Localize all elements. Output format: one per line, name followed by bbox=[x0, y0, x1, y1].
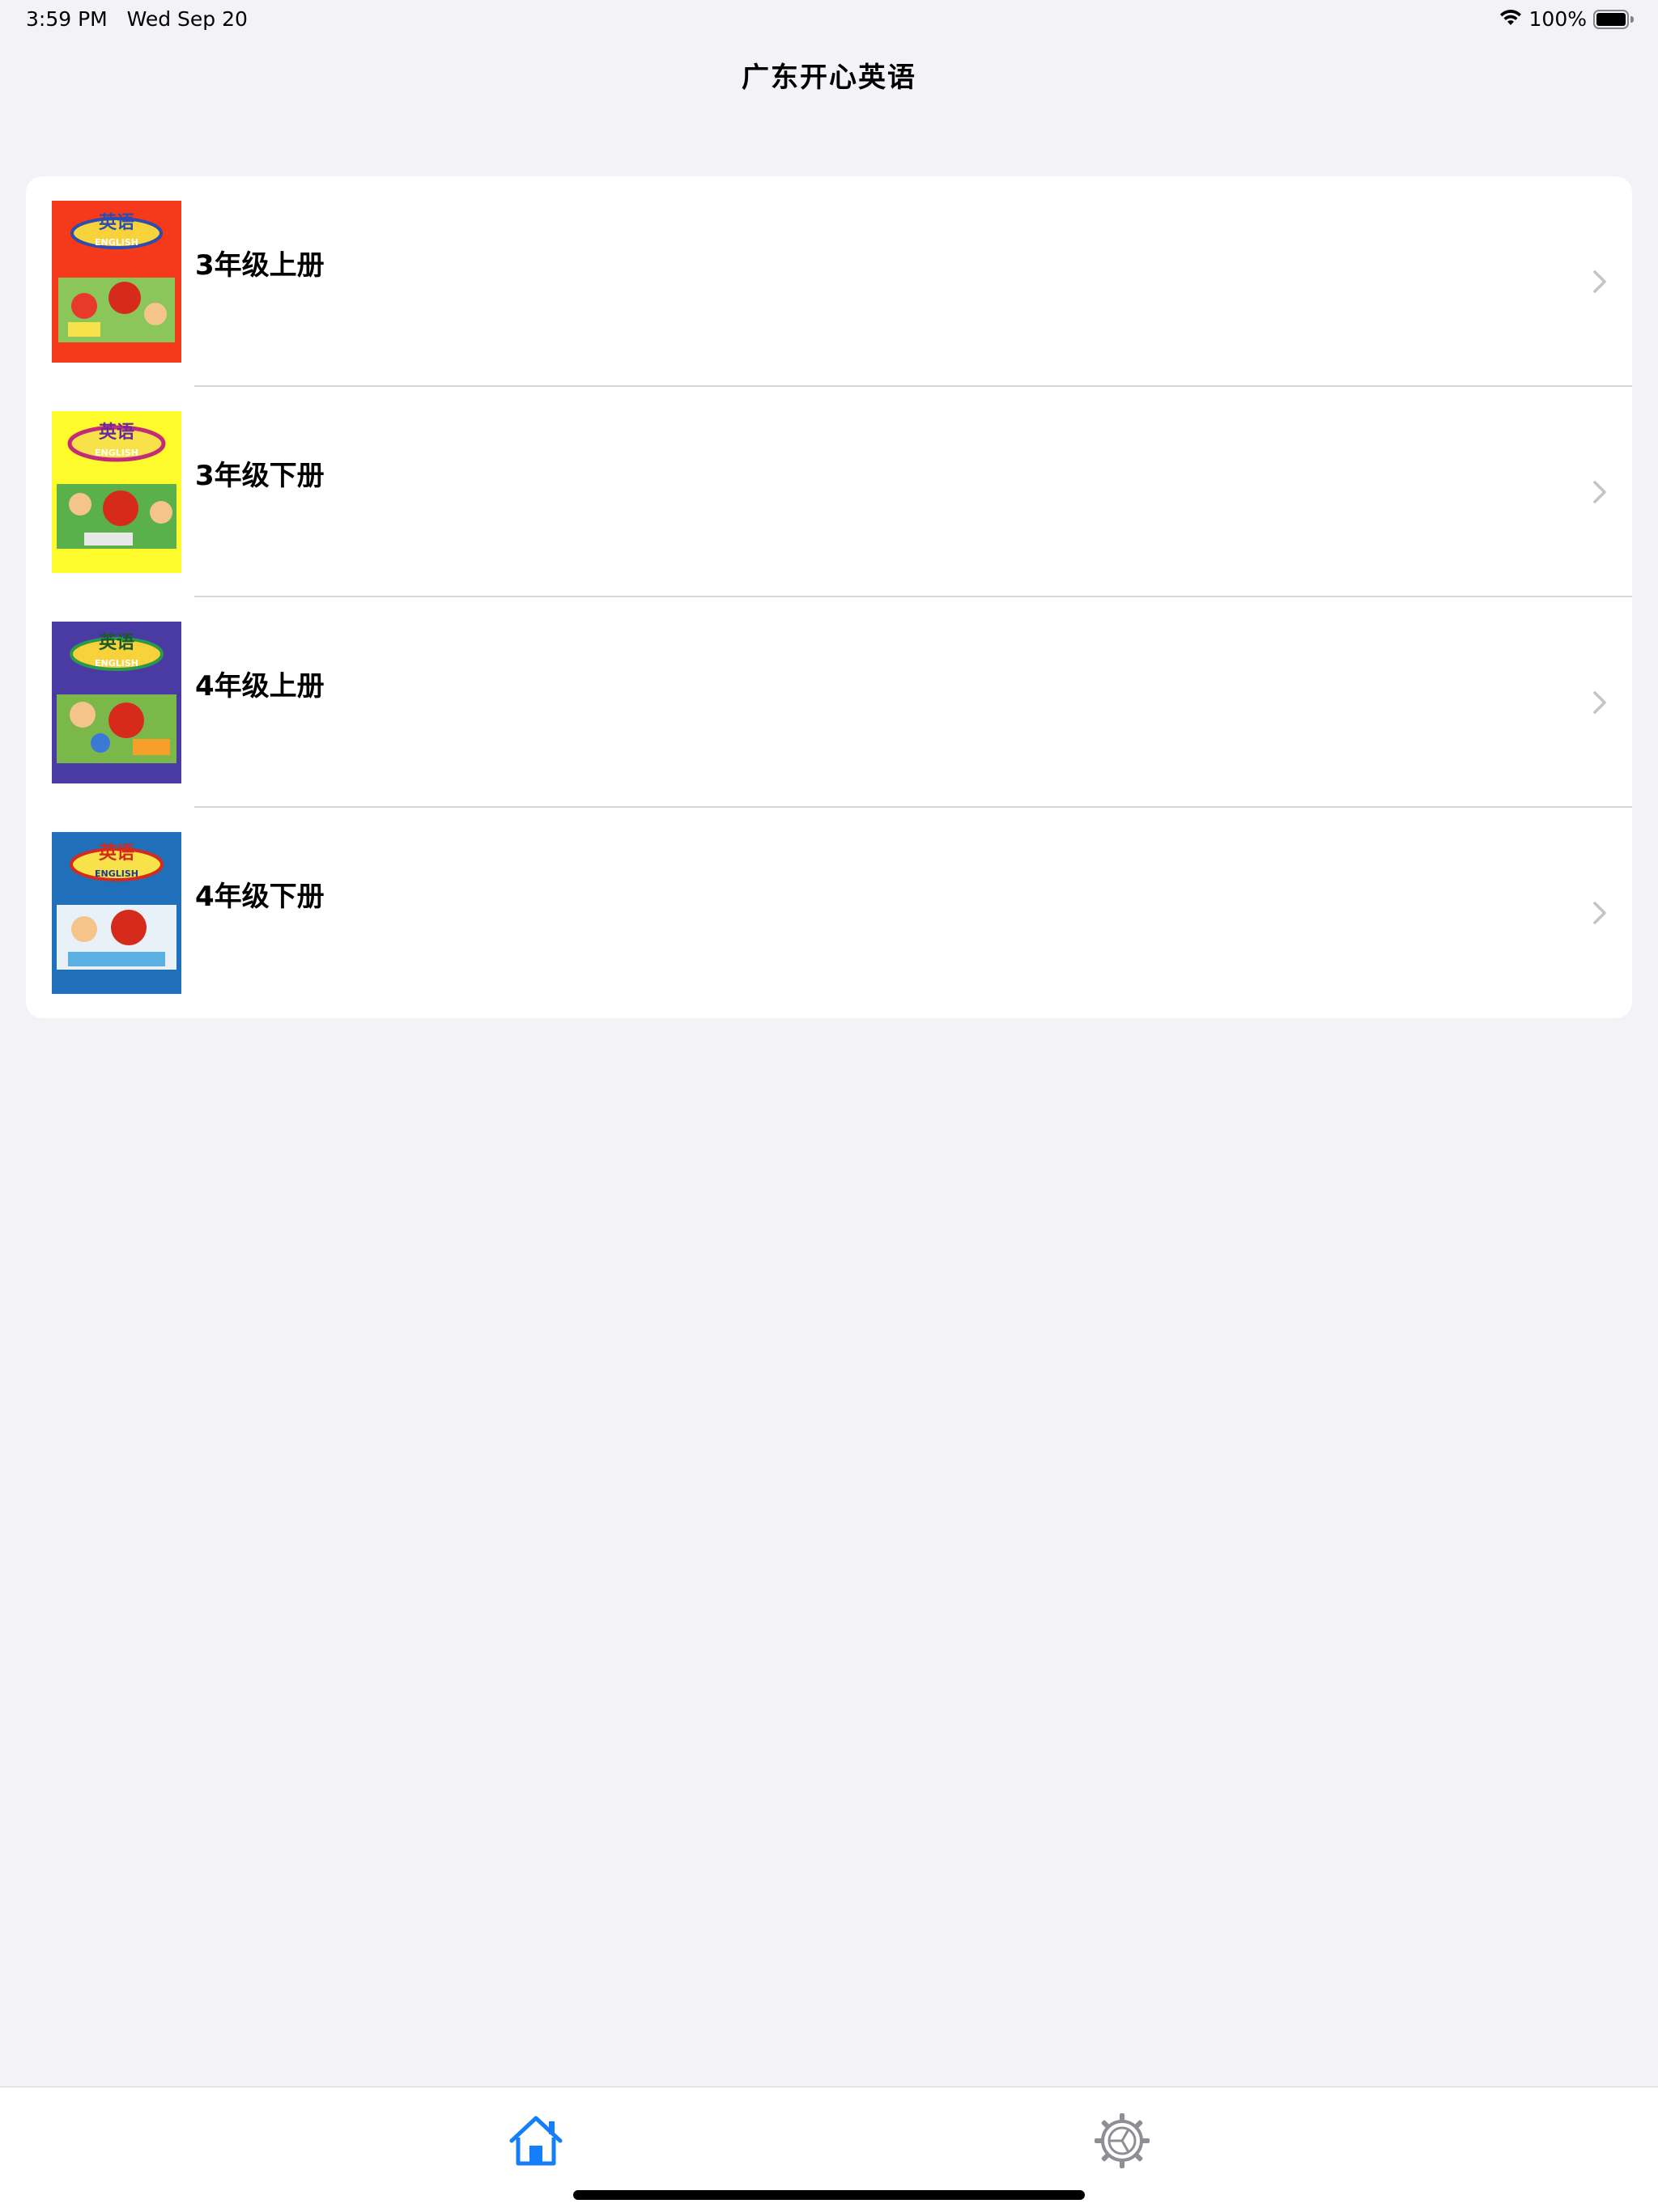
chevron-right-icon bbox=[1593, 902, 1606, 924]
book-title: 3年级下册 bbox=[195, 460, 325, 492]
battery-icon bbox=[1593, 10, 1634, 29]
svg-text:ENGLISH: ENGLISH bbox=[95, 237, 138, 248]
status-right: 100% bbox=[1499, 6, 1634, 32]
chevron-right-icon bbox=[1593, 691, 1606, 714]
list-item-book-1[interactable]: 英语 ENGLISH 3年级下册 bbox=[26, 387, 1632, 597]
svg-text:英语: 英语 bbox=[99, 213, 134, 233]
home-indicator bbox=[573, 2190, 1085, 2200]
tab-home[interactable] bbox=[505, 2110, 567, 2172]
book-title: 4年级下册 bbox=[195, 881, 325, 913]
book-title: 4年级上册 bbox=[195, 670, 325, 703]
svg-text:英语: 英语 bbox=[99, 843, 134, 864]
book-cover-image: 英语 ENGLISH bbox=[52, 411, 181, 573]
book-title: 3年级上册 bbox=[195, 249, 325, 282]
svg-text:英语: 英语 bbox=[99, 422, 134, 443]
svg-text:ENGLISH: ENGLISH bbox=[95, 868, 138, 879]
book-cover-image: 英语 ENGLISH bbox=[52, 832, 181, 994]
tab-settings[interactable] bbox=[1091, 2110, 1153, 2172]
list-item-book-2[interactable]: 英语 ENGLISH 4年级上册 bbox=[26, 597, 1632, 808]
svg-text:英语: 英语 bbox=[99, 633, 134, 653]
svg-text:ENGLISH: ENGLISH bbox=[95, 448, 138, 458]
book-cover-image: 英语 ENGLISH bbox=[52, 201, 181, 363]
page-title: 广东开心英语 bbox=[742, 62, 916, 94]
wifi-icon bbox=[1499, 9, 1523, 30]
chevron-right-icon bbox=[1593, 481, 1606, 503]
status-bar: 3:59 PM Wed Sep 20 100% bbox=[0, 0, 1658, 39]
svg-text:ENGLISH: ENGLISH bbox=[95, 658, 138, 669]
chevron-right-icon bbox=[1593, 270, 1606, 293]
list-item-book-0[interactable]: 英语 ENGLISH 3年级上册 bbox=[26, 176, 1632, 387]
battery-percent: 100% bbox=[1528, 7, 1587, 31]
book-cover-image: 英语 ENGLISH bbox=[52, 622, 181, 783]
book-list: 英语 ENGLISH 3年级上册 英语 ENGLISH 3年级下册 英语 ENG… bbox=[26, 176, 1632, 1018]
gear-icon bbox=[1095, 2113, 1150, 2168]
home-icon bbox=[509, 2116, 563, 2166]
list-item-book-3[interactable]: 英语 ENGLISH 4年级下册 bbox=[26, 808, 1632, 1018]
status-time-date: 3:59 PM Wed Sep 20 bbox=[26, 7, 248, 31]
